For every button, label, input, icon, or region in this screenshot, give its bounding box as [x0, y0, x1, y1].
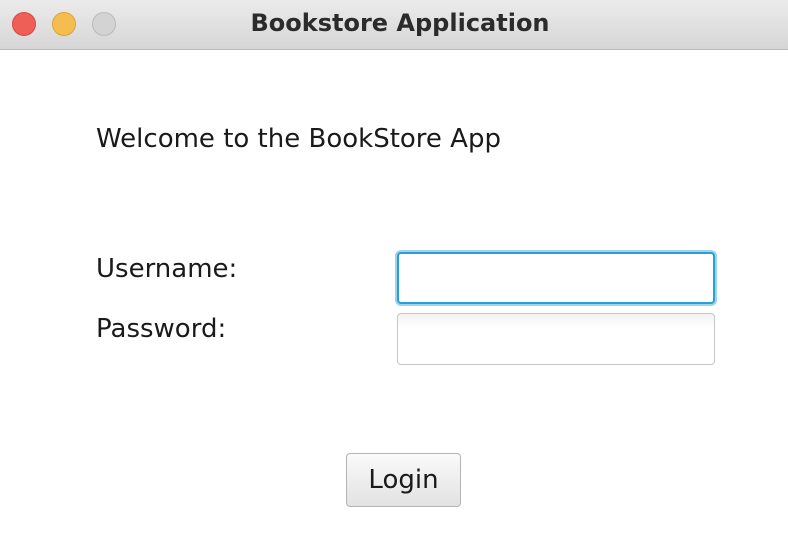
password-label: Password:: [96, 314, 227, 344]
username-input[interactable]: [397, 252, 715, 304]
app-window: Bookstore Application Welcome to the Boo…: [0, 0, 788, 544]
title-bar: Bookstore Application: [0, 0, 788, 50]
username-label: Username:: [96, 254, 238, 284]
window-title: Bookstore Application: [250, 9, 550, 37]
password-input[interactable]: [397, 313, 715, 365]
login-button[interactable]: Login: [346, 453, 461, 507]
welcome-text: Welcome to the BookStore App: [96, 124, 501, 154]
